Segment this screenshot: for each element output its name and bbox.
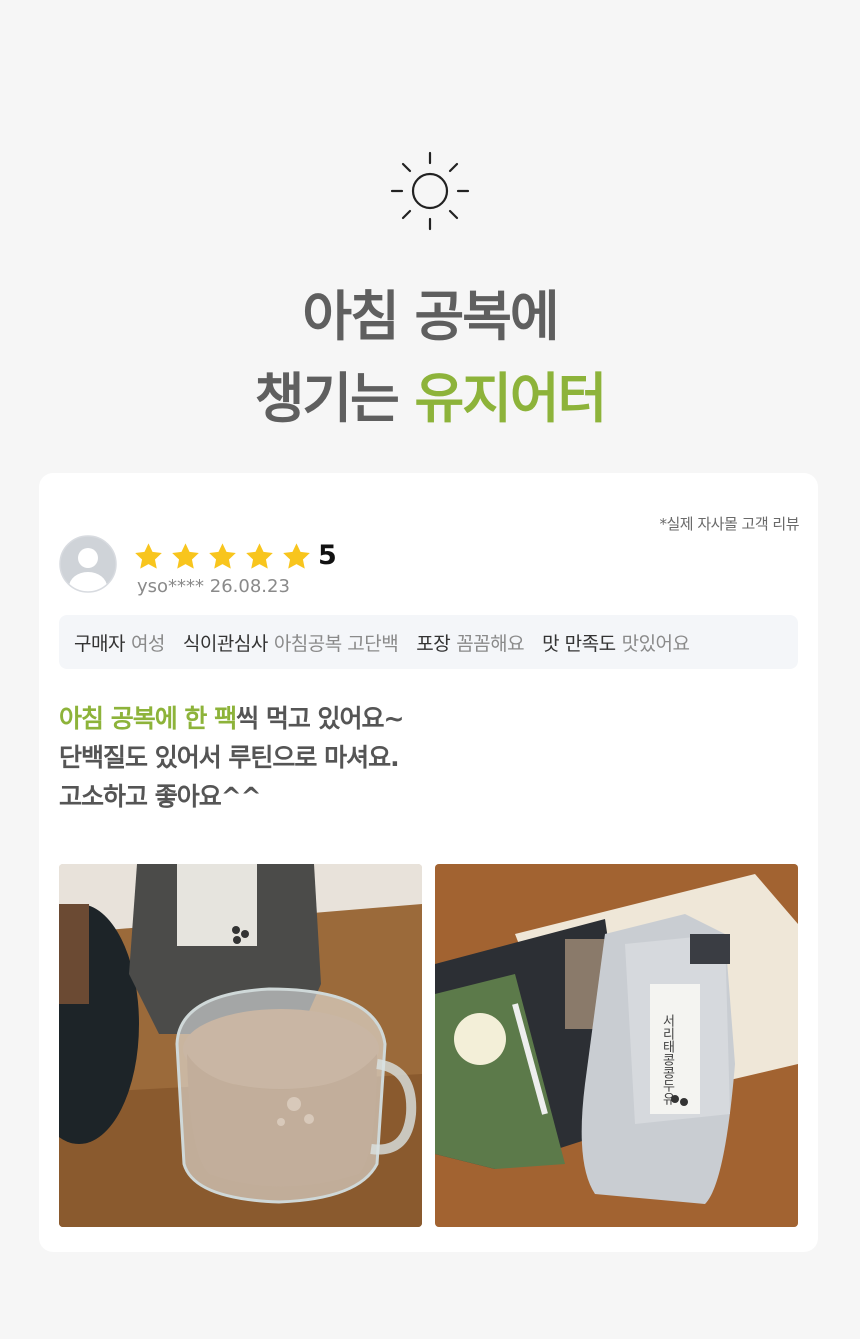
review-tags: 구매자 여성 식이관심사 아침공복 고단백 포장 꼼꼼해요 맛 만족도 맛있어요	[59, 615, 798, 669]
user-avatar-icon	[59, 535, 117, 593]
headline-line-2-plain: 챙기는	[254, 367, 415, 430]
headline: 아침 공복에 챙기는 유지어터	[0, 276, 860, 440]
review-card: *실제 자사몰 고객 리뷰 5 yso**** 26.08.23 구매자 여성 식…	[39, 473, 818, 1252]
star-icon	[283, 542, 310, 569]
review-line-1-rest: 씩 먹고 있어요~	[236, 704, 404, 733]
review-photo-1[interactable]	[59, 864, 422, 1227]
tag-key: 포장	[416, 632, 451, 655]
reviewer-and-date: yso**** 26.08.23	[137, 576, 290, 597]
review-line-3: 고소하고 좋아요^^	[59, 782, 262, 811]
tag-diet-interest: 식이관심사 아침공복 고단백	[182, 629, 399, 656]
pouch-label: 서리태콩콩두유	[660, 1014, 675, 1105]
tag-value: 아침공복 고단백	[273, 632, 399, 655]
tag-key: 맛 만족도	[542, 632, 616, 655]
review-line-1: 아침 공복에 한 팩씩 먹고 있어요~	[59, 699, 798, 738]
star-icon	[209, 542, 236, 569]
review-text: 아침 공복에 한 팩씩 먹고 있어요~ 단백질도 있어서 루틴으로 마셔요. 고…	[59, 699, 798, 816]
review-highlight: 아침 공복에 한 팩	[59, 704, 237, 733]
star-icon	[172, 542, 199, 569]
tag-key: 식이관심사	[182, 632, 268, 655]
tag-value: 여성	[130, 632, 165, 655]
headline-line-2: 챙기는 유지어터	[0, 358, 860, 440]
tag-key: 구매자	[74, 632, 125, 655]
tag-taste: 맛 만족도 맛있어요	[542, 629, 690, 656]
tag-buyer: 구매자 여성	[74, 629, 165, 656]
tag-value: 꼼꼼해요	[456, 632, 525, 655]
tag-value: 맛있어요	[621, 632, 690, 655]
tag-packaging: 포장 꼼꼼해요	[416, 629, 524, 656]
star-icon	[135, 542, 162, 569]
review-photo-2[interactable]: 서리태콩콩두유	[435, 864, 798, 1227]
star-rating: 5	[133, 539, 337, 573]
sun-icon	[390, 151, 470, 231]
star-icon	[246, 542, 273, 569]
rating-value: 5	[318, 540, 337, 571]
review-line-2: 단백질도 있어서 루틴으로 마셔요.	[59, 743, 400, 772]
headline-highlight: 유지어터	[414, 367, 608, 430]
review-source-note: *실제 자사몰 고객 리뷰	[659, 515, 799, 533]
headline-line-1: 아침 공복에	[302, 285, 559, 348]
